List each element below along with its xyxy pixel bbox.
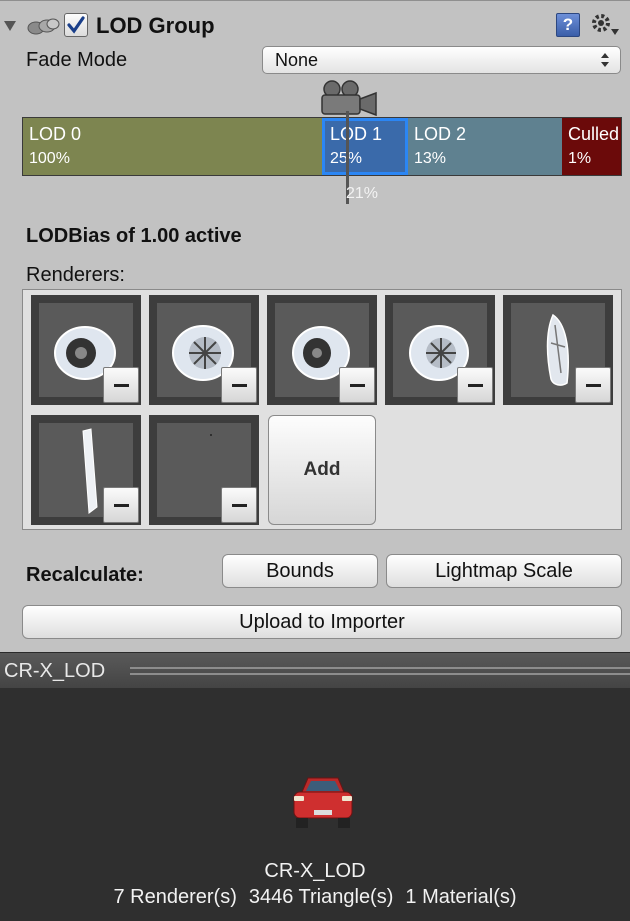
recalculate-lightmap-scale-button[interactable]: Lightmap Scale — [386, 554, 622, 588]
upload-to-importer-button[interactable]: Upload to Importer — [22, 605, 622, 639]
renderer-tile[interactable] — [385, 295, 495, 405]
preview-object-name: CR-X_LOD — [264, 860, 366, 882]
camera-icon[interactable] — [318, 79, 380, 117]
remove-renderer-button[interactable] — [339, 367, 375, 403]
renderer-tile[interactable] — [149, 415, 259, 525]
triangle-count: 3446 Triangle(s) — [248, 886, 394, 908]
remove-renderer-button[interactable] — [221, 367, 257, 403]
fade-mode-dropdown[interactable]: None — [262, 46, 621, 74]
lod-0-percent: 100% — [29, 150, 70, 167]
preview-stats: 7 Renderer(s) 3446 Triangle(s) 1 Material(… — [0, 886, 630, 909]
renderer-tile[interactable] — [31, 295, 141, 405]
renderer-tile[interactable] — [267, 295, 377, 405]
renderers-list: Add — [22, 289, 622, 530]
fade-mode-value: None — [275, 50, 319, 70]
renderer-tile[interactable] — [31, 415, 141, 525]
component-title: LOD Group — [96, 13, 215, 38]
lod-1-segment[interactable]: LOD 1 25% — [322, 118, 408, 175]
recalculate-label: Recalculate: — [26, 564, 144, 586]
remove-renderer-button[interactable] — [457, 367, 493, 403]
component-enabled-checkbox[interactable] — [64, 13, 88, 37]
remove-renderer-button[interactable] — [103, 367, 139, 403]
lod-2-percent: 13% — [414, 150, 447, 167]
remove-renderer-button[interactable] — [221, 487, 257, 523]
lod-1-name: LOD 1 — [330, 124, 383, 144]
lod-group-inspector: LOD Group ? Fade Mode None LOD 0 100% LO… — [0, 0, 630, 652]
culled-percent: 1% — [568, 150, 592, 167]
remove-renderer-button[interactable] — [103, 487, 139, 523]
object-preview[interactable]: CR-X_LOD 7 Renderer(s) 3446 Triangle(s) 1 … — [0, 688, 630, 921]
lod-levels-bar[interactable]: LOD 0 100% LOD 1 25% LOD 2 13% Culled 1% — [22, 117, 622, 176]
preview-title: CR-X_LOD — [4, 660, 106, 682]
material-count: 1 Material(s) — [405, 886, 517, 908]
foldout-arrow-icon[interactable] — [4, 21, 16, 31]
camera-percent: 21% — [346, 185, 379, 202]
renderers-label: Renderers: — [26, 264, 125, 286]
gear-icon[interactable] — [590, 11, 620, 39]
lod-group-icon — [27, 18, 60, 35]
preview-header[interactable]: CR-X_LOD — [0, 652, 630, 688]
renderer-tile[interactable] — [503, 295, 613, 405]
lod-0-name: LOD 0 — [29, 124, 82, 144]
culled-name: Culled — [568, 124, 620, 144]
renderer-tile[interactable] — [149, 295, 259, 405]
recalculate-bounds-button[interactable]: Bounds — [222, 554, 378, 588]
lod-2-name: LOD 2 — [414, 124, 467, 144]
car-model-icon — [293, 777, 353, 828]
lod-0-segment[interactable]: LOD 0 100% — [23, 118, 322, 175]
add-renderer-button[interactable]: Add — [268, 415, 376, 525]
lod-bias-text: LODBias of 1.00 active — [26, 225, 242, 247]
component-header[interactable]: LOD Group ? — [0, 9, 630, 45]
lod-2-segment[interactable]: LOD 2 13% — [408, 118, 562, 175]
fade-mode-label: Fade Mode — [26, 49, 128, 71]
help-icon[interactable]: ? — [556, 13, 580, 37]
renderer-count: 7 Renderer(s) — [113, 886, 237, 908]
resize-grip[interactable] — [130, 667, 630, 675]
dropdown-arrows-icon — [601, 53, 609, 67]
remove-renderer-button[interactable] — [575, 367, 611, 403]
culled-segment[interactable]: Culled 1% — [562, 118, 621, 175]
checkmark-icon — [67, 16, 85, 34]
